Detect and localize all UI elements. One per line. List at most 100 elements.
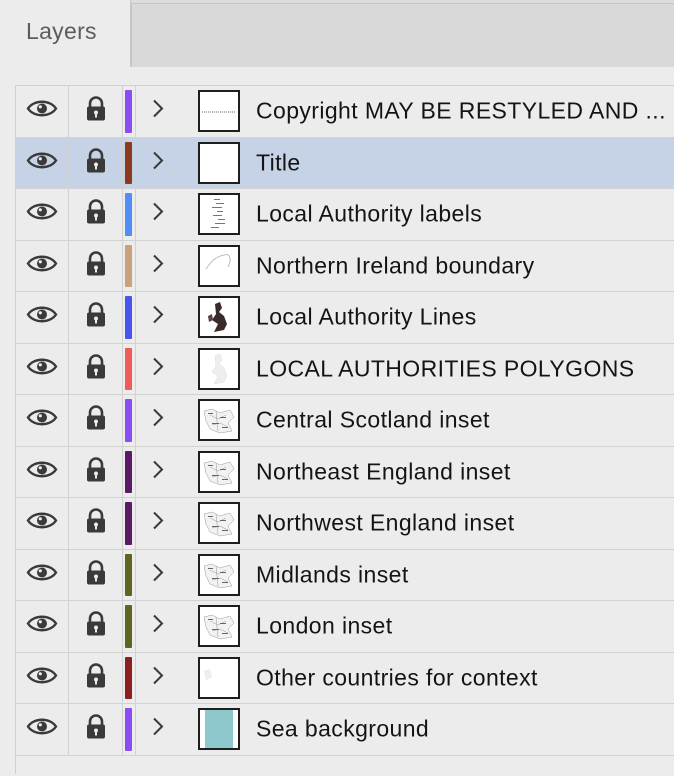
layer-name: Midlands inset <box>256 561 409 588</box>
eye-icon[interactable] <box>26 717 58 742</box>
eye-icon[interactable] <box>26 562 58 587</box>
layer-name: Title <box>256 149 301 176</box>
layer-row[interactable]: Northern Ireland boundary <box>16 240 674 292</box>
lock-icon[interactable] <box>85 147 107 178</box>
lock-icon[interactable] <box>85 456 107 487</box>
chevron-right-icon[interactable] <box>152 356 164 381</box>
lock-toggle[interactable] <box>69 652 123 703</box>
visibility-toggle[interactable] <box>16 137 69 188</box>
layer-thumbnail <box>198 193 240 236</box>
visibility-toggle[interactable] <box>16 498 69 549</box>
chevron-right-icon[interactable] <box>152 150 164 175</box>
layer-name: Other countries for context <box>256 664 538 691</box>
lock-icon[interactable] <box>85 302 107 333</box>
lock-icon[interactable] <box>85 714 107 745</box>
layer-row[interactable]: Other countries for context <box>16 652 674 704</box>
lock-icon[interactable] <box>85 353 107 384</box>
chevron-right-icon[interactable] <box>152 99 164 124</box>
lock-toggle[interactable] <box>69 137 123 188</box>
layer-row[interactable]: Copyright MAY BE RESTYLED AND ... <box>16 86 674 138</box>
chevron-right-icon[interactable] <box>152 511 164 536</box>
lock-toggle[interactable] <box>69 395 123 446</box>
layer-row[interactable]: Northwest England inset <box>16 498 674 550</box>
layer-color-swatch <box>125 141 132 184</box>
visibility-toggle[interactable] <box>16 446 69 497</box>
visibility-toggle[interactable] <box>16 601 69 652</box>
chevron-right-icon[interactable] <box>152 665 164 690</box>
layer-color-swatch <box>125 399 132 442</box>
eye-icon[interactable] <box>26 408 58 433</box>
eye-icon[interactable] <box>26 459 58 484</box>
layer-thumbnail <box>198 605 240 648</box>
layer-thumbnail <box>198 90 240 133</box>
chevron-right-icon[interactable] <box>152 305 164 330</box>
lock-toggle[interactable] <box>69 343 123 394</box>
eye-icon[interactable] <box>26 614 58 639</box>
lock-icon[interactable] <box>85 96 107 127</box>
lock-icon[interactable] <box>85 508 107 539</box>
eye-icon[interactable] <box>26 99 58 124</box>
divider <box>135 549 136 600</box>
lock-toggle[interactable] <box>69 292 123 343</box>
eye-icon[interactable] <box>26 253 58 278</box>
layer-color-swatch <box>125 708 132 751</box>
lock-toggle[interactable] <box>69 549 123 600</box>
layer-name: Northeast England inset <box>256 458 511 485</box>
lock-toggle[interactable] <box>69 189 123 240</box>
visibility-toggle[interactable] <box>16 395 69 446</box>
lock-icon[interactable] <box>85 199 107 230</box>
visibility-toggle[interactable] <box>16 86 69 137</box>
layer-row[interactable]: Title <box>16 137 674 189</box>
lock-toggle[interactable] <box>69 446 123 497</box>
chevron-right-icon[interactable] <box>152 562 164 587</box>
lock-icon[interactable] <box>85 405 107 436</box>
lock-icon[interactable] <box>85 611 107 642</box>
lock-icon[interactable] <box>85 662 107 693</box>
chevron-right-icon[interactable] <box>152 459 164 484</box>
layer-row[interactable]: London inset <box>16 601 674 653</box>
visibility-toggle[interactable] <box>16 240 69 291</box>
lock-icon[interactable] <box>85 559 107 590</box>
eye-icon[interactable] <box>26 511 58 536</box>
lock-toggle[interactable] <box>69 498 123 549</box>
layer-row[interactable]: Sea background <box>16 704 674 756</box>
lock-toggle[interactable] <box>69 704 123 755</box>
divider <box>135 704 136 755</box>
chevron-right-icon[interactable] <box>152 202 164 227</box>
layer-row[interactable]: Midlands inset <box>16 549 674 601</box>
layer-row[interactable]: Local Authority labels <box>16 189 674 241</box>
tab-layers[interactable]: Layers <box>0 0 131 67</box>
eye-icon[interactable] <box>26 150 58 175</box>
eye-icon[interactable] <box>26 665 58 690</box>
visibility-toggle[interactable] <box>16 652 69 703</box>
layer-row[interactable]: Northeast England inset <box>16 446 674 498</box>
visibility-toggle[interactable] <box>16 343 69 394</box>
layer-thumbnail <box>198 656 240 699</box>
lock-icon[interactable] <box>85 250 107 281</box>
visibility-toggle[interactable] <box>16 292 69 343</box>
divider <box>135 498 136 549</box>
lock-toggle[interactable] <box>69 86 123 137</box>
eye-icon[interactable] <box>26 202 58 227</box>
visibility-toggle[interactable] <box>16 549 69 600</box>
eye-icon[interactable] <box>26 305 58 330</box>
chevron-right-icon[interactable] <box>152 408 164 433</box>
layer-color-swatch <box>125 193 132 236</box>
layer-color-swatch <box>125 656 132 699</box>
layer-row[interactable]: LOCAL AUTHORITIES POLYGONS <box>16 343 674 395</box>
layer-row[interactable]: Local Authority Lines <box>16 292 674 344</box>
layer-color-swatch <box>125 296 132 339</box>
layer-color-swatch <box>125 347 132 390</box>
chevron-right-icon[interactable] <box>152 253 164 278</box>
lock-toggle[interactable] <box>69 240 123 291</box>
eye-icon[interactable] <box>26 356 58 381</box>
chevron-right-icon[interactable] <box>152 717 164 742</box>
divider <box>135 395 136 446</box>
layer-row[interactable]: Central Scotland inset <box>16 395 674 447</box>
visibility-toggle[interactable] <box>16 704 69 755</box>
visibility-toggle[interactable] <box>16 189 69 240</box>
chevron-right-icon[interactable] <box>152 614 164 639</box>
lock-toggle[interactable] <box>69 601 123 652</box>
divider <box>135 292 136 343</box>
layer-name: Central Scotland inset <box>256 406 490 433</box>
